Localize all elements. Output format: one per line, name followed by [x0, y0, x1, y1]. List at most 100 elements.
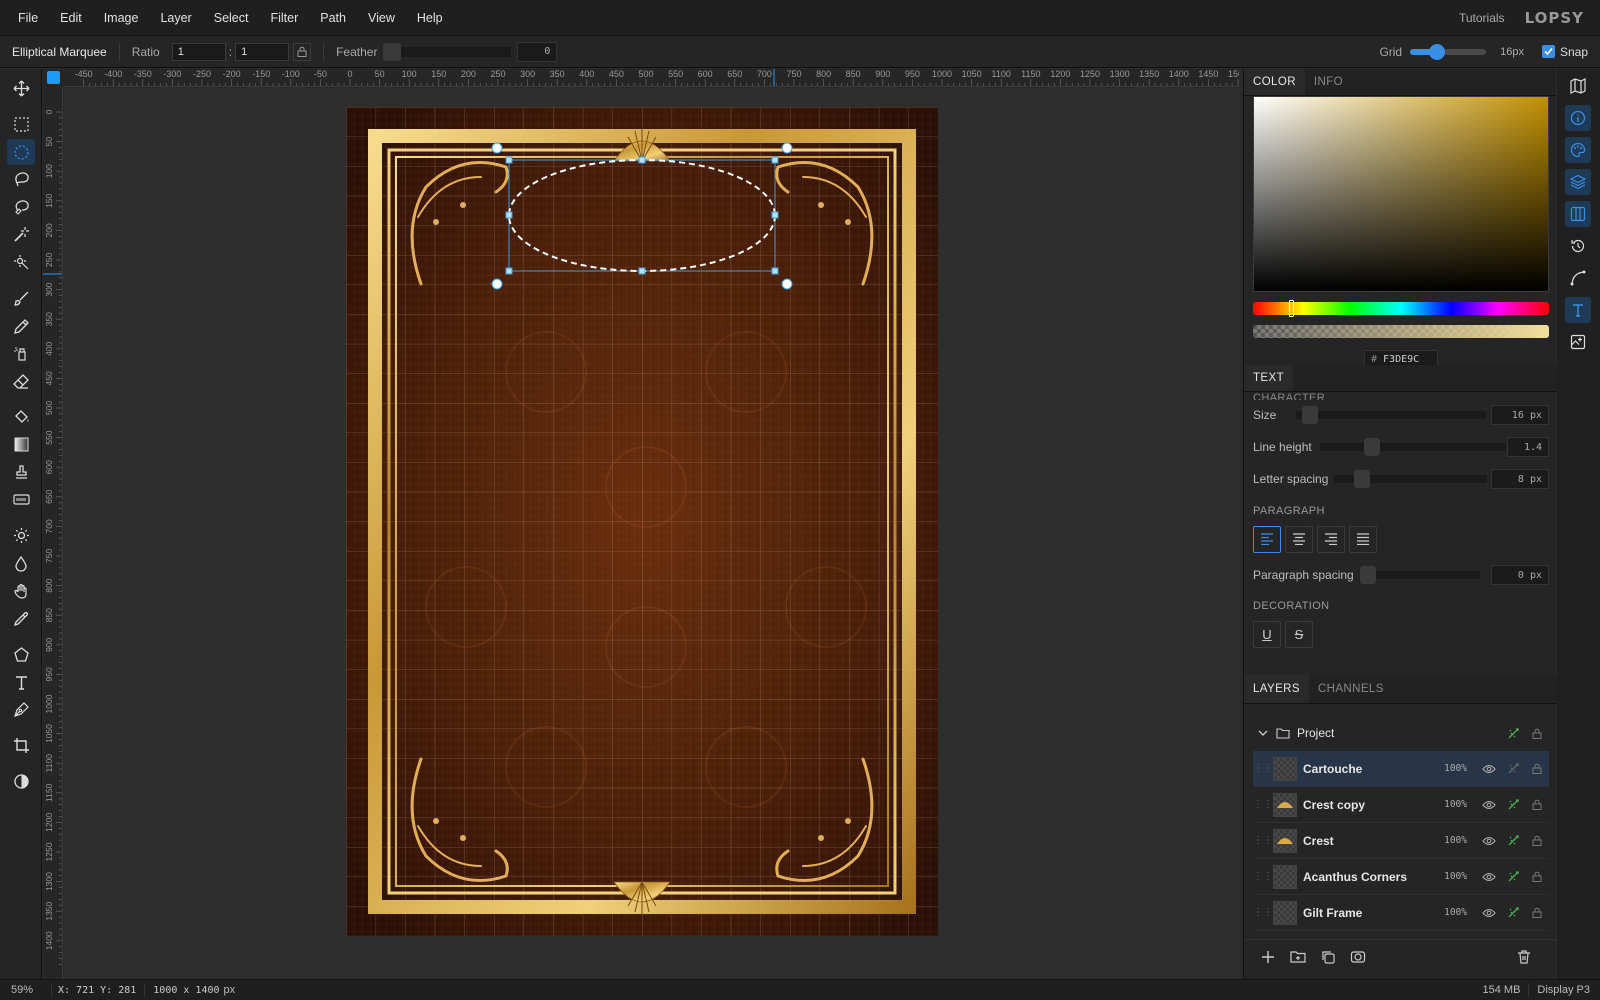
- layer-row[interactable]: ⋮⋮ Crest 100%: [1253, 823, 1549, 859]
- strikethrough-button[interactable]: S: [1285, 620, 1313, 648]
- tool-hand[interactable]: [7, 578, 35, 604]
- panel-toggle-history[interactable]: [1565, 233, 1591, 259]
- letter-spacing-value[interactable]: 8 px: [1491, 469, 1549, 489]
- layer-opacity[interactable]: 100%: [1444, 871, 1467, 882]
- drag-handle-icon[interactable]: ⋮⋮: [1253, 871, 1273, 882]
- align-left-button[interactable]: [1253, 525, 1281, 553]
- layer-opacity[interactable]: 100%: [1444, 835, 1467, 846]
- tool-eraser[interactable]: [7, 368, 35, 394]
- lock-toggle[interactable]: [1525, 799, 1549, 810]
- ruler-origin-button[interactable]: [47, 71, 60, 84]
- fx-toggle[interactable]: [1501, 906, 1525, 919]
- duplicate-layer-button[interactable]: [1320, 949, 1336, 968]
- visibility-toggle[interactable]: [1477, 800, 1501, 810]
- expand-toggle[interactable]: [1253, 730, 1273, 736]
- grid-size-slider[interactable]: [1410, 43, 1487, 60]
- underline-button[interactable]: U: [1253, 620, 1281, 648]
- menu-file[interactable]: File: [7, 11, 49, 25]
- layer-name[interactable]: Cartouche: [1303, 762, 1444, 776]
- lock-toggle[interactable]: [1525, 763, 1549, 774]
- paragraph-spacing-value[interactable]: 0 px: [1491, 565, 1549, 585]
- panel-toggle-map[interactable]: [1565, 73, 1591, 99]
- color-profile[interactable]: Display P3: [1537, 984, 1590, 996]
- zoom-level[interactable]: 59%: [11, 984, 51, 996]
- ratio-lock-button[interactable]: [293, 42, 312, 61]
- grid-slider-knob[interactable]: [1428, 43, 1445, 60]
- drag-handle-icon[interactable]: ⋮⋮: [1253, 763, 1273, 774]
- panel-toggle-layers[interactable]: [1565, 169, 1591, 195]
- tool-text[interactable]: [7, 669, 35, 695]
- layer-opacity[interactable]: 100%: [1444, 763, 1467, 774]
- mask-button[interactable]: [1350, 949, 1366, 968]
- size-slider[interactable]: [1296, 406, 1487, 424]
- tool-bucket[interactable]: [7, 403, 35, 429]
- saturation-value-picker[interactable]: [1253, 96, 1549, 292]
- tutorials-link[interactable]: Tutorials: [1459, 11, 1505, 25]
- tab-layers[interactable]: LAYERS: [1244, 675, 1309, 703]
- snap-checkbox[interactable]: [1541, 45, 1555, 58]
- visibility-toggle[interactable]: [1477, 908, 1501, 918]
- letter-spacing-slider[interactable]: [1334, 470, 1488, 488]
- tool-spray[interactable]: [7, 340, 35, 366]
- tab-info[interactable]: INFO: [1305, 69, 1352, 95]
- menu-help[interactable]: Help: [406, 11, 454, 25]
- menu-layer[interactable]: Layer: [149, 11, 202, 25]
- menu-path[interactable]: Path: [309, 11, 357, 25]
- lock-toggle[interactable]: [1525, 835, 1549, 846]
- ratio-width-input[interactable]: [171, 42, 226, 61]
- tool-healing[interactable]: [7, 486, 35, 512]
- drag-handle-icon[interactable]: ⋮⋮: [1253, 907, 1273, 918]
- menu-select[interactable]: Select: [203, 11, 260, 25]
- tab-channels[interactable]: CHANNELS: [1309, 675, 1393, 703]
- tab-text[interactable]: TEXT: [1244, 365, 1293, 391]
- layer-opacity[interactable]: 100%: [1444, 799, 1467, 810]
- horizontal-ruler[interactable]: -450 -400 -350 -300 -250 -200 -150 -100 -50 0 50 10…: [64, 69, 1239, 87]
- layer-row[interactable]: ⋮⋮ Acanthus Corners 100%: [1253, 859, 1549, 895]
- align-justify-button[interactable]: [1349, 525, 1377, 553]
- fx-toggle[interactable]: [1501, 762, 1525, 775]
- tool-brush[interactable]: [7, 285, 35, 311]
- delete-layer-button[interactable]: [1516, 949, 1532, 968]
- layer-name[interactable]: Crest copy: [1303, 798, 1444, 812]
- layer-name[interactable]: Gilt Frame: [1303, 906, 1444, 920]
- line-height-value[interactable]: 1.4: [1507, 437, 1549, 457]
- fx-toggle[interactable]: [1501, 870, 1525, 883]
- feather-value[interactable]: 0: [517, 41, 558, 62]
- tool-blur[interactable]: [7, 550, 35, 576]
- tool-lasso[interactable]: [7, 166, 35, 192]
- align-right-button[interactable]: [1317, 525, 1345, 553]
- hue-marker[interactable]: [1289, 300, 1294, 317]
- hue-slider[interactable]: [1253, 300, 1549, 317]
- drag-handle-icon[interactable]: ⋮⋮: [1253, 799, 1273, 810]
- panel-toggle-palette[interactable]: [1565, 137, 1591, 163]
- lock-toggle[interactable]: [1525, 871, 1549, 882]
- layer-row[interactable]: ⋮⋮ Gilt Frame 100%: [1253, 895, 1549, 931]
- new-group-button[interactable]: [1290, 949, 1306, 968]
- tool-contrast[interactable]: [7, 768, 35, 794]
- paragraph-spacing-slider[interactable]: [1359, 566, 1480, 584]
- canvas-viewport[interactable]: [64, 88, 1239, 979]
- tool-dodge[interactable]: [7, 522, 35, 548]
- tool-gradient[interactable]: [7, 431, 35, 457]
- fx-toggle[interactable]: [1501, 834, 1525, 847]
- fx-toggle[interactable]: [1501, 798, 1525, 811]
- drag-handle-icon[interactable]: ⋮⋮: [1253, 835, 1273, 846]
- alpha-slider[interactable]: [1253, 325, 1549, 338]
- visibility-toggle[interactable]: [1477, 836, 1501, 846]
- ratio-height-input[interactable]: [235, 42, 290, 61]
- document-canvas[interactable]: [346, 107, 938, 936]
- layer-row[interactable]: ⋮⋮ Crest copy 100%: [1253, 787, 1549, 823]
- tool-pencil[interactable]: [7, 313, 35, 339]
- layer-opacity[interactable]: 100%: [1444, 907, 1467, 918]
- tool-eyedropper[interactable]: [7, 605, 35, 631]
- tool-ellipse-marquee[interactable]: [7, 139, 35, 165]
- menu-filter[interactable]: Filter: [259, 11, 309, 25]
- layer-group-project[interactable]: Project: [1253, 715, 1549, 751]
- align-center-button[interactable]: [1285, 525, 1313, 553]
- panel-toggle-text[interactable]: [1565, 297, 1591, 323]
- visibility-toggle[interactable]: [1477, 764, 1501, 774]
- tool-quick-select[interactable]: [7, 249, 35, 275]
- layer-row[interactable]: ⋮⋮ Cartouche 100%: [1253, 751, 1549, 787]
- line-height-slider[interactable]: [1319, 438, 1506, 456]
- add-layer-button[interactable]: [1260, 949, 1276, 968]
